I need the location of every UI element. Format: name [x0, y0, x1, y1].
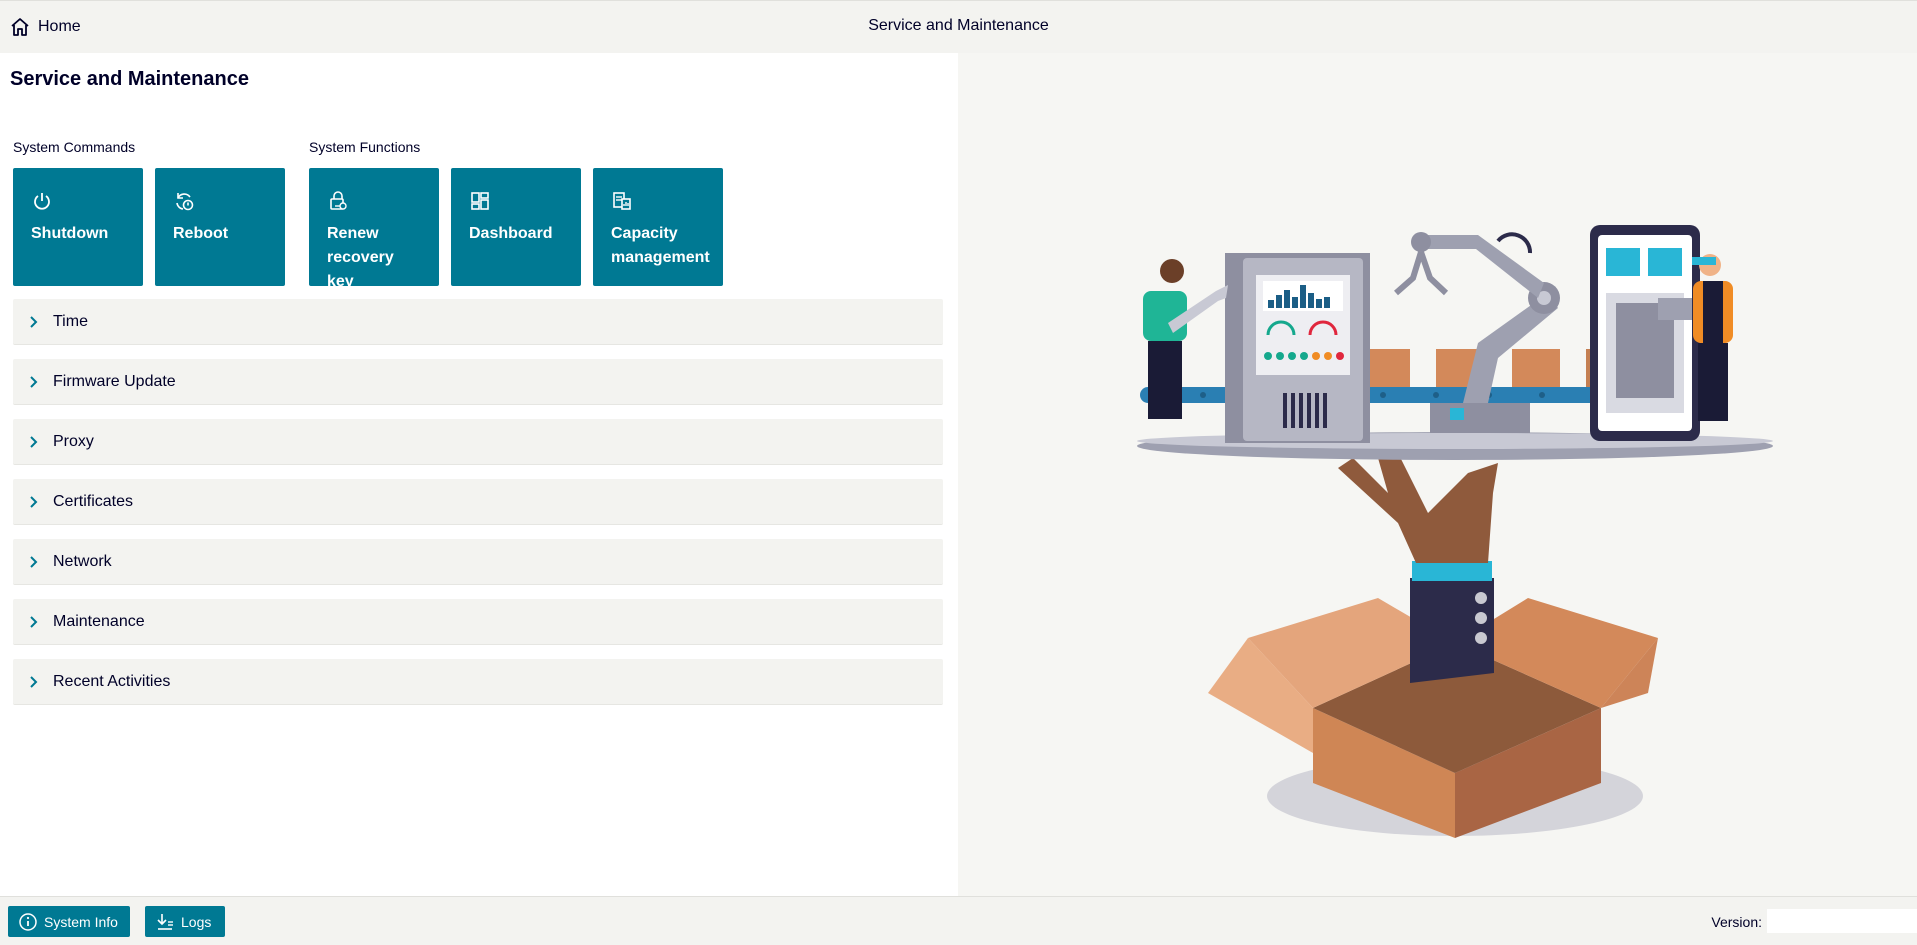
info-icon [19, 912, 37, 931]
shutdown-tile[interactable]: Shutdown [13, 168, 143, 286]
chevron-right-icon [30, 375, 38, 388]
footer-bar: System Info Logs Version: [0, 896, 1917, 945]
section-time[interactable]: Time [13, 299, 943, 345]
reboot-label: Reboot [173, 225, 229, 242]
download-icon [157, 913, 173, 930]
version-label: Version: [1711, 914, 1762, 930]
system-info-button[interactable]: System Info [8, 906, 130, 937]
section-label: Maintenance [53, 612, 145, 630]
page-title: Service and Maintenance [10, 68, 249, 90]
section-label: Firmware Update [53, 372, 176, 390]
logs-button[interactable]: Logs [145, 906, 225, 937]
system-functions-label: System Functions [309, 139, 421, 155]
capacity-management-label: Capacity management [611, 225, 710, 266]
top-bar: Home Service and Maintenance [0, 0, 1917, 53]
chevron-right-icon [30, 615, 38, 628]
dashboard-label: Dashboard [469, 225, 553, 242]
home-label: Home [38, 18, 81, 35]
system-commands-label: System Commands [13, 139, 136, 155]
section-label: Time [53, 312, 88, 330]
shutdown-label: Shutdown [31, 225, 109, 242]
section-label: Certificates [53, 492, 134, 510]
dashboard-icon [471, 192, 489, 210]
chevron-right-icon [30, 555, 38, 568]
section-label: Network [53, 552, 112, 570]
maintenance-illustration [1137, 225, 1773, 838]
renew-recovery-key-label: Renew recovery key [327, 225, 394, 290]
home-icon [11, 18, 29, 36]
chevron-right-icon [30, 435, 38, 448]
power-icon [34, 193, 50, 210]
lock-key-icon [330, 191, 347, 210]
version-value [1767, 909, 1917, 933]
section-maintenance[interactable]: Maintenance [13, 599, 943, 645]
section-certificates[interactable]: Certificates [13, 479, 943, 525]
reboot-tile[interactable]: Reboot [155, 168, 285, 286]
system-info-label: System Info [44, 913, 118, 930]
home-link[interactable]: Home [10, 15, 81, 39]
main-panel: Service and Maintenance System Commands … [0, 53, 958, 896]
header-title: Service and Maintenance [868, 17, 1049, 34]
section-label: Proxy [53, 432, 94, 450]
section-label: Recent Activities [53, 672, 171, 690]
capacity-management-tile[interactable]: Capacity management [593, 168, 723, 286]
renew-recovery-key-tile[interactable]: Renew recovery key [309, 168, 439, 290]
reboot-icon [176, 193, 194, 211]
section-recent-activities[interactable]: Recent Activities [13, 659, 943, 705]
section-proxy[interactable]: Proxy [13, 419, 943, 465]
section-firmware-update[interactable]: Firmware Update [13, 359, 943, 405]
chevron-right-icon [30, 315, 38, 328]
section-network[interactable]: Network [13, 539, 943, 585]
logs-label: Logs [181, 913, 212, 930]
chevron-right-icon [30, 495, 38, 508]
dashboard-tile[interactable]: Dashboard [451, 168, 581, 286]
chevron-right-icon [30, 675, 38, 688]
capacity-icon [613, 192, 631, 210]
illustration-panel [958, 53, 1917, 896]
